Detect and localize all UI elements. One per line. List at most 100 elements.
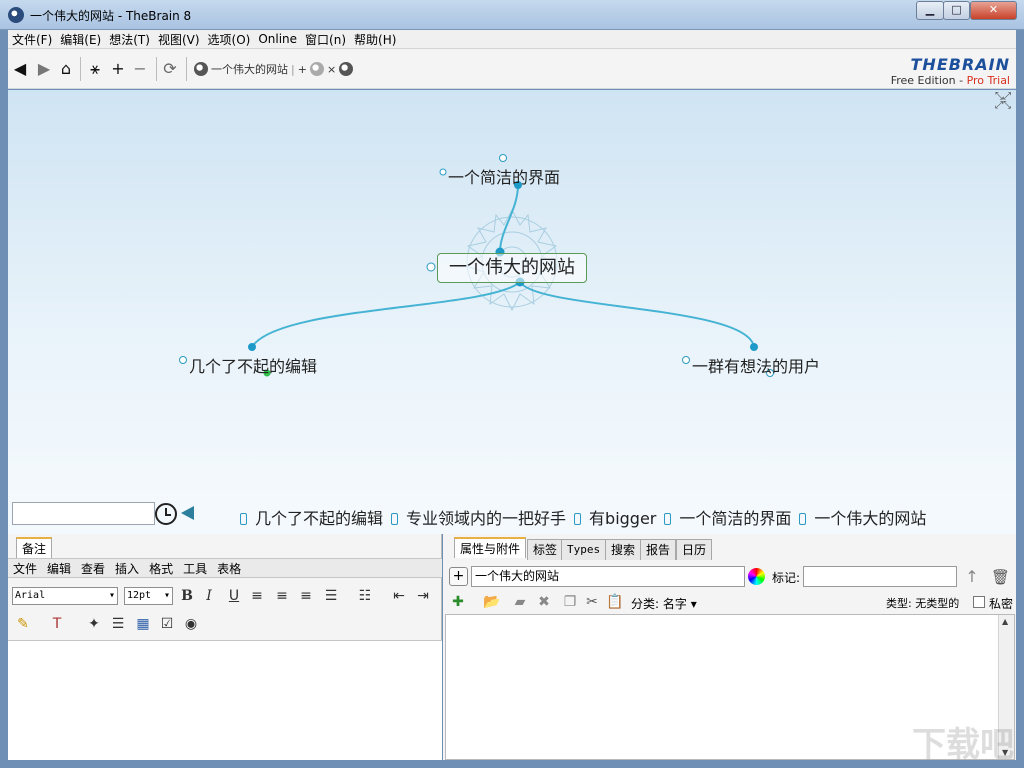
history-item-label: 几个了不起的编辑 <box>255 509 384 528</box>
numbered-list-icon[interactable]: ☷ <box>356 587 374 605</box>
child-thought-left[interactable]: 几个了不起的编辑 <box>189 353 317 377</box>
tag-field[interactable] <box>803 566 957 587</box>
thought-square-icon <box>240 513 247 525</box>
delete-icon[interactable]: ✖ <box>535 593 553 611</box>
history-item-label: 一个简洁的界面 <box>679 509 792 528</box>
toolbar-separator <box>156 57 157 81</box>
bullet-list-icon[interactable]: ☰ <box>322 587 340 605</box>
notes-menu-table[interactable]: 表格 <box>212 560 246 577</box>
paste-icon[interactable]: 📋 <box>606 593 624 611</box>
minimize-button[interactable]: ▁ <box>916 1 944 20</box>
horizontal-rule-icon[interactable]: ☰ <box>109 615 127 633</box>
crumb-current[interactable]: 一个伟大的网站 <box>211 61 288 77</box>
outdent-icon[interactable]: ⇤ <box>390 587 408 605</box>
plex-links <box>179 154 774 377</box>
size-select[interactable]: 12pt <box>124 587 173 605</box>
history-bar: 几个了不起的编辑 专业领域内的一把好手 有bigger 一个简洁的界面 一个伟大… <box>8 500 1016 534</box>
back-icon[interactable]: ◀ <box>10 59 30 79</box>
notes-menu-edit[interactable]: 编辑 <box>42 560 76 577</box>
edit-icon[interactable]: ▰ <box>511 593 529 611</box>
pro-trial-link[interactable]: Pro Trial <box>967 74 1010 87</box>
tab-properties[interactable]: 属性与附件 <box>454 537 527 558</box>
notes-editor[interactable] <box>8 640 442 760</box>
refresh-icon[interactable]: ⟳ <box>160 59 180 79</box>
home-icon[interactable]: ⌂ <box>56 59 76 79</box>
history-item[interactable]: 一个伟大的网站 <box>799 505 926 529</box>
tab-search[interactable]: 搜索 <box>605 539 642 560</box>
menu-options[interactable]: 选项(O) <box>204 31 255 48</box>
highlight-color-icon[interactable]: ✎ <box>14 615 32 633</box>
close-button[interactable]: ✕ <box>970 1 1017 20</box>
crumb-add-button[interactable]: + <box>298 63 307 76</box>
link-icon[interactable]: ⚹ <box>85 59 105 79</box>
menu-online[interactable]: Online <box>254 32 301 46</box>
history-item[interactable]: 一个简洁的界面 <box>664 505 791 529</box>
open-folder-icon[interactable]: 📂 <box>483 593 501 611</box>
history-item[interactable]: 有bigger <box>574 505 656 529</box>
add-thought-icon[interactable]: + <box>108 59 128 79</box>
notes-menu-insert[interactable]: 插入 <box>110 560 144 577</box>
child-link-left <box>251 281 521 348</box>
notes-menu-tools[interactable]: 工具 <box>178 560 212 577</box>
notes-menu-file[interactable]: 文件 <box>8 560 42 577</box>
active-thought[interactable]: 一个伟大的网站 <box>437 253 587 283</box>
checkbox-icon[interactable]: ☑ <box>158 615 176 633</box>
tab-types[interactable]: Types <box>561 539 607 560</box>
notes-menu-format[interactable]: 格式 <box>144 560 178 577</box>
color-wheel-icon[interactable] <box>748 568 765 585</box>
bold-button[interactable]: B <box>178 587 196 605</box>
menu-window[interactable]: 窗口(n) <box>301 31 350 48</box>
search-input[interactable] <box>12 502 155 525</box>
toolbar-separator <box>186 57 187 81</box>
thought-orb-icon <box>339 62 354 76</box>
tab-tags[interactable]: 标签 <box>527 539 564 560</box>
fullscreen-icon[interactable]: ⤡⤢ ⤢⤡ <box>994 92 1012 111</box>
clear-format-icon[interactable]: ✦ <box>85 615 103 633</box>
clock-icon[interactable] <box>155 503 177 525</box>
up-arrow-icon[interactable]: ↑ <box>964 568 980 586</box>
toolbar: ◀ ▶ ⌂ ⚹ + − ⟳ 一个伟大的网站 | + × THEBRAIN Fre… <box>8 49 1016 89</box>
menu-thought[interactable]: 想法(T) <box>105 31 154 48</box>
crumb-close-button[interactable]: × <box>327 63 336 76</box>
tab-notes[interactable]: 备注 <box>16 537 53 558</box>
scroll-up-icon[interactable]: ▲ <box>1002 617 1008 626</box>
category-dropdown[interactable]: 分类: 名字 ▾ <box>631 595 697 612</box>
play-circle-icon[interactable]: ◉ <box>182 615 200 633</box>
remove-thought-icon[interactable]: − <box>130 59 150 79</box>
underline-button[interactable]: U <box>225 587 243 605</box>
table-icon[interactable]: ▦ <box>134 615 152 633</box>
add-button[interactable]: + <box>449 567 468 586</box>
history-item[interactable]: 专业领域内的一把好手 <box>391 505 566 529</box>
crumb-separator: | <box>291 62 295 76</box>
add-attachment-icon[interactable]: ✚ <box>449 593 467 611</box>
thought-square-icon <box>664 513 672 525</box>
notes-menu-view[interactable]: 查看 <box>76 560 110 577</box>
notes-tools-toolbar: ✎ T ✦ ☰ ▦ ☑ ◉ <box>8 612 442 636</box>
tab-reports[interactable]: 报告 <box>640 539 677 560</box>
plex-canvas[interactable]: 一个简洁的界面 一个伟大的网站 几个了不起的编辑 一群有想法的用户 ⤡⤢ ⤢⤡ <box>8 90 1016 500</box>
history-item[interactable]: 几个了不起的编辑 <box>240 505 383 529</box>
tab-calendar[interactable]: 日历 <box>676 539 713 560</box>
maximize-button[interactable]: □ <box>943 1 970 20</box>
menu-file[interactable]: 文件(F) <box>8 31 56 48</box>
forward-icon[interactable]: ▶ <box>34 59 54 79</box>
child-thought-right[interactable]: 一群有想法的用户 <box>692 353 820 377</box>
play-back-icon[interactable] <box>181 506 194 520</box>
copy-icon[interactable]: ❐ <box>561 593 579 611</box>
trash-icon[interactable]: 🗑 <box>991 568 1010 586</box>
thought-name-field[interactable]: 一个伟大的网站 <box>471 566 745 587</box>
align-center-icon[interactable]: ≡ <box>273 587 291 605</box>
font-select[interactable]: Arial <box>12 587 118 605</box>
align-left-icon[interactable]: ≡ <box>248 587 266 605</box>
menu-edit[interactable]: 编辑(E) <box>56 31 105 48</box>
cut-icon[interactable]: ✂ <box>583 593 601 611</box>
italic-button[interactable]: I <box>200 587 218 605</box>
align-right-icon[interactable]: ≡ <box>297 587 315 605</box>
menu-view[interactable]: 视图(V) <box>154 31 204 48</box>
thought-orb-icon <box>309 62 324 76</box>
parent-thought[interactable]: 一个简洁的界面 <box>448 164 560 188</box>
menu-help[interactable]: 帮助(H) <box>350 31 400 48</box>
text-color-icon[interactable]: T <box>48 615 66 633</box>
indent-icon[interactable]: ⇥ <box>414 587 432 605</box>
private-checkbox[interactable] <box>973 596 985 608</box>
